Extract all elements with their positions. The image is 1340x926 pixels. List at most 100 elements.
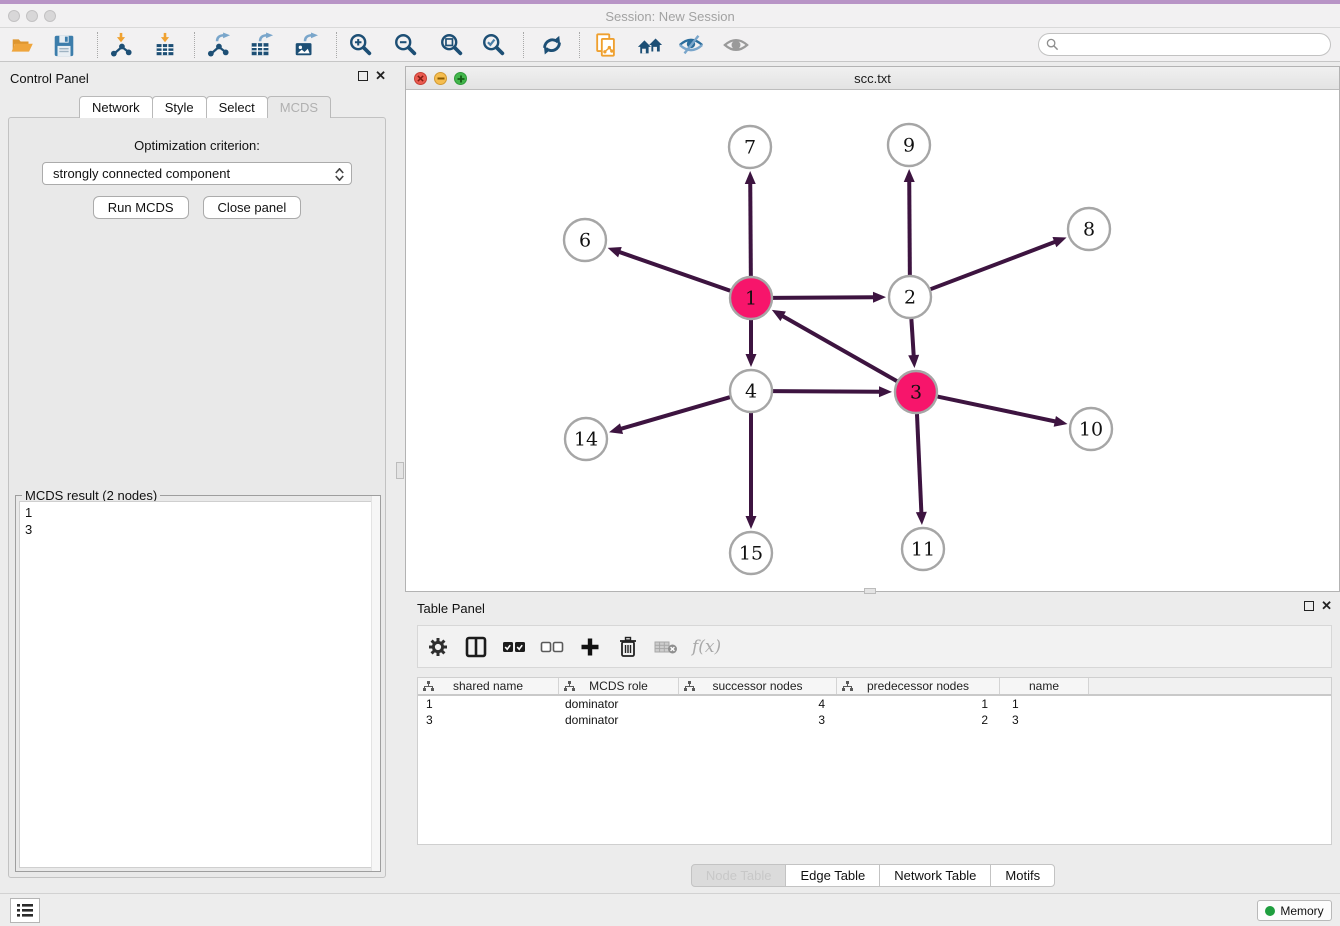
control-panel: Control Panel ✕ Network Style Select MCD…: [0, 62, 394, 882]
network-canvas[interactable]: 7968124314101511: [406, 90, 1339, 591]
apply-layout-icon[interactable]: [538, 31, 566, 59]
toolbar-separator: [97, 32, 98, 58]
deselect-all-icon[interactable]: [540, 635, 564, 659]
import-table-icon[interactable]: [151, 31, 179, 59]
zoom-in-icon[interactable]: [347, 31, 375, 59]
tab-network-table[interactable]: Network Table: [879, 864, 991, 887]
table-cell[interactable]: 2: [837, 712, 1000, 728]
mcds-result-group: MCDS result (2 nodes) 1 3: [15, 495, 381, 872]
memory-label: Memory: [1280, 904, 1323, 918]
export-image-icon[interactable]: [291, 31, 319, 59]
graph-node-label: 4: [745, 381, 757, 403]
table-cell[interactable]: 3: [1000, 712, 1089, 728]
dropdown-stepper-icon: [335, 166, 344, 182]
table-cell[interactable]: dominator: [559, 696, 679, 712]
table-panel-title: Table Panel: [417, 601, 485, 616]
import-network-icon[interactable]: [107, 31, 135, 59]
search-field[interactable]: [1038, 33, 1331, 56]
close-table-panel-icon[interactable]: ✕: [1321, 601, 1332, 611]
table-header-row: shared nameMCDS rolesuccessor nodesprede…: [418, 678, 1331, 696]
delete-column-icon[interactable]: [616, 635, 640, 659]
mcds-result-scrollbar[interactable]: [371, 496, 380, 871]
close-panel-icon[interactable]: ✕: [375, 71, 386, 81]
tab-select[interactable]: Select: [206, 96, 268, 118]
eye-slash-icon[interactable]: [677, 31, 705, 59]
network-window-title: scc.txt: [406, 71, 1339, 86]
column-header-name[interactable]: name: [1000, 678, 1089, 694]
graph-edge-3-11[interactable]: [917, 414, 921, 514]
graph-edge-arrowhead: [746, 516, 757, 529]
graph-node-label: 10: [1079, 419, 1103, 441]
float-table-panel-icon[interactable]: [1304, 601, 1314, 611]
table-cell[interactable]: 1: [837, 696, 1000, 712]
graph-edge-1-7[interactable]: [750, 182, 751, 276]
task-history-button[interactable]: [10, 898, 40, 923]
houses-icon[interactable]: [636, 31, 664, 59]
column-header-successor-nodes[interactable]: successor nodes: [679, 678, 837, 694]
graph-node-label: 2: [904, 287, 916, 309]
close-panel-button[interactable]: Close panel: [203, 196, 302, 219]
mcds-result-text[interactable]: 1 3: [19, 501, 377, 868]
graph-edge-4-14[interactable]: [620, 397, 730, 429]
main-toolbar: [0, 28, 1340, 62]
select-all-icon[interactable]: [502, 635, 526, 659]
table-cell[interactable]: dominator: [559, 712, 679, 728]
graph-edge-1-2[interactable]: [773, 297, 875, 298]
graph-edge-1-6[interactable]: [618, 252, 730, 291]
table-cell[interactable]: 1: [1000, 696, 1089, 712]
column-header-predecessor-nodes[interactable]: predecessor nodes: [837, 678, 1000, 694]
tab-style[interactable]: Style: [152, 96, 207, 118]
table-row[interactable]: 1dominator411: [418, 696, 1331, 712]
export-network-icon[interactable]: [204, 31, 232, 59]
search-input[interactable]: [1063, 38, 1330, 52]
criterion-dropdown[interactable]: strongly connected component: [42, 162, 352, 185]
graph-edge-3-10[interactable]: [938, 397, 1057, 422]
node-table[interactable]: shared nameMCDS rolesuccessor nodesprede…: [417, 677, 1332, 845]
float-panel-icon[interactable]: [358, 71, 368, 81]
tab-edge-table[interactable]: Edge Table: [785, 864, 880, 887]
eye-icon[interactable]: [722, 31, 750, 59]
graph-edge-arrowhead: [904, 169, 915, 182]
graph-edge-2-3[interactable]: [911, 319, 913, 357]
table-cell[interactable]: 4: [679, 696, 837, 712]
table-cell[interactable]: 1: [418, 696, 559, 712]
zoom-out-icon[interactable]: [392, 31, 420, 59]
graph-edge-2-8[interactable]: [931, 241, 1057, 289]
graph-edge-arrowhead: [1052, 237, 1066, 247]
toolbar-separator: [523, 32, 524, 58]
save-session-icon[interactable]: [50, 31, 78, 59]
status-bar: Memory: [0, 893, 1340, 926]
column-header-MCDS-role[interactable]: MCDS role: [559, 678, 679, 694]
column-header-shared-name[interactable]: shared name: [418, 678, 559, 694]
columns-icon[interactable]: [464, 635, 488, 659]
table-cell[interactable]: 3: [418, 712, 559, 728]
graph-edge-arrowhead: [908, 355, 919, 368]
add-column-icon[interactable]: [578, 635, 602, 659]
network-from-selection-icon[interactable]: [592, 31, 620, 59]
tab-network[interactable]: Network: [79, 96, 153, 118]
graph-edge-arrowhead: [746, 354, 757, 367]
zoom-selected-icon[interactable]: [480, 31, 508, 59]
run-mcds-button[interactable]: Run MCDS: [93, 196, 189, 219]
network-graph[interactable]: 7968124314101511: [406, 90, 1339, 591]
table-toolbar: f(x): [417, 625, 1332, 668]
network-window-titlebar[interactable]: scc.txt: [406, 67, 1339, 90]
graph-edge-2-9[interactable]: [909, 180, 910, 275]
gear-icon[interactable]: [426, 635, 450, 659]
export-table-icon[interactable]: [247, 31, 275, 59]
zoom-fit-icon[interactable]: [438, 31, 466, 59]
tab-motifs[interactable]: Motifs: [990, 864, 1055, 887]
tab-mcds[interactable]: MCDS: [267, 96, 331, 118]
graph-edge-arrowhead: [873, 292, 886, 303]
table-panel-tabs: Node Table Edge Table Network Table Moti…: [405, 864, 1340, 887]
graph-edge-3-1[interactable]: [781, 315, 896, 381]
search-icon: [1046, 38, 1059, 51]
vertical-splitter-handle[interactable]: [396, 462, 404, 479]
graph-edge-4-3[interactable]: [773, 391, 881, 392]
memory-button[interactable]: Memory: [1257, 900, 1332, 921]
open-file-icon[interactable]: [8, 31, 36, 59]
table-cell[interactable]: 3: [679, 712, 837, 728]
tab-node-table[interactable]: Node Table: [691, 864, 787, 887]
table-row[interactable]: 3dominator323: [418, 712, 1331, 728]
table-body: 1dominator4113dominator323: [418, 696, 1331, 728]
